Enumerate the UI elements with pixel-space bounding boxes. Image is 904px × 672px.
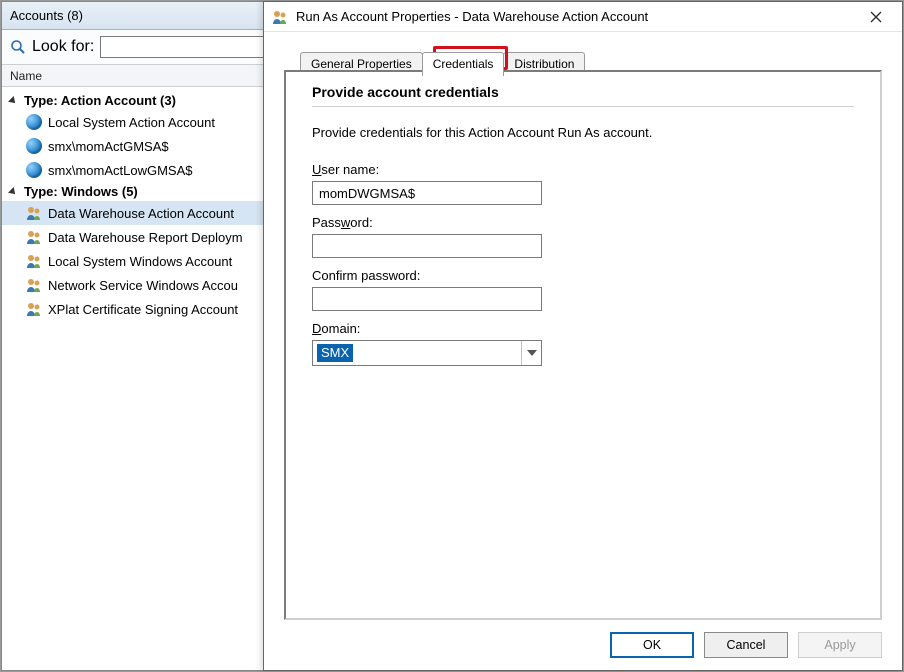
cancel-button[interactable]: Cancel (704, 632, 788, 658)
close-button[interactable] (858, 5, 894, 29)
confirm-password-label: Confirm password: (312, 268, 854, 283)
globe-icon (26, 138, 42, 154)
accounts-tree: Type: Action Account (3) Local System Ac… (2, 87, 285, 325)
app-root: Accounts (8) Look for: Name Type: Action… (0, 0, 904, 672)
item-label: smx\momActLowGMSA$ (48, 163, 192, 178)
domain-combobox[interactable]: SMX (312, 340, 542, 366)
lookfor-label: Look for: (32, 38, 94, 56)
item-label: Local System Action Account (48, 115, 215, 130)
dialog-buttons: OK Cancel Apply (610, 632, 882, 658)
group-label: Type: Action Account (3) (24, 93, 176, 108)
chevron-down-icon (527, 350, 537, 356)
expand-icon (8, 187, 18, 197)
item-label: smx\momActGMSA$ (48, 139, 169, 154)
instruction-text: Provide credentials for this Action Acco… (312, 125, 854, 140)
lookfor-row: Look for: (2, 30, 285, 65)
confirm-password-field[interactable] (312, 287, 542, 311)
list-item[interactable]: Local System Windows Account (2, 249, 285, 273)
list-item-selected[interactable]: Data Warehouse Action Account (2, 201, 285, 225)
credentials-panel: Provide account credentials Provide cred… (284, 70, 882, 620)
tab-credentials[interactable]: Credentials (422, 52, 505, 76)
item-label: Network Service Windows Accou (48, 278, 238, 293)
search-input[interactable] (100, 36, 277, 58)
combobox-dropdown-button[interactable] (521, 341, 541, 365)
apply-button: Apply (798, 632, 882, 658)
list-item[interactable]: Network Service Windows Accou (2, 273, 285, 297)
column-header-name[interactable]: Name (2, 65, 285, 87)
user-pair-icon (26, 205, 42, 221)
user-pair-icon (272, 9, 288, 25)
expand-icon (8, 96, 18, 106)
globe-icon (26, 114, 42, 130)
search-icon (10, 39, 26, 55)
divider (312, 106, 854, 107)
ok-button[interactable]: OK (610, 632, 694, 658)
user-pair-icon (26, 277, 42, 293)
group-action-account[interactable]: Type: Action Account (3) (2, 91, 285, 110)
dialog-titlebar: Run As Account Properties - Data Warehou… (264, 2, 902, 32)
list-item[interactable]: smx\momActGMSA$ (2, 134, 285, 158)
user-pair-icon (26, 301, 42, 317)
item-label: Data Warehouse Action Account (48, 206, 234, 221)
globe-icon (26, 162, 42, 178)
domain-label: Domain: (312, 321, 854, 336)
domain-selected-value: SMX (317, 344, 353, 362)
username-label: User name: (312, 162, 854, 177)
password-field[interactable] (312, 234, 542, 258)
accounts-pane-header: Accounts (8) (2, 2, 285, 30)
group-windows[interactable]: Type: Windows (5) (2, 182, 285, 201)
dialog-title: Run As Account Properties - Data Warehou… (296, 9, 648, 24)
item-label: Local System Windows Account (48, 254, 232, 269)
section-title: Provide account credentials (312, 82, 854, 106)
accounts-pane: Accounts (8) Look for: Name Type: Action… (1, 1, 286, 671)
list-item[interactable]: Data Warehouse Report Deploym (2, 225, 285, 249)
close-icon (870, 11, 882, 23)
list-item[interactable]: Local System Action Account (2, 110, 285, 134)
user-pair-icon (26, 229, 42, 245)
runas-properties-dialog: Run As Account Properties - Data Warehou… (263, 1, 903, 671)
item-label: XPlat Certificate Signing Account (48, 302, 238, 317)
password-label: Password: (312, 215, 854, 230)
list-item[interactable]: XPlat Certificate Signing Account (2, 297, 285, 321)
item-label: Data Warehouse Report Deploym (48, 230, 243, 245)
group-label: Type: Windows (5) (24, 184, 138, 199)
user-pair-icon (26, 253, 42, 269)
list-item[interactable]: smx\momActLowGMSA$ (2, 158, 285, 182)
username-field[interactable] (312, 181, 542, 205)
